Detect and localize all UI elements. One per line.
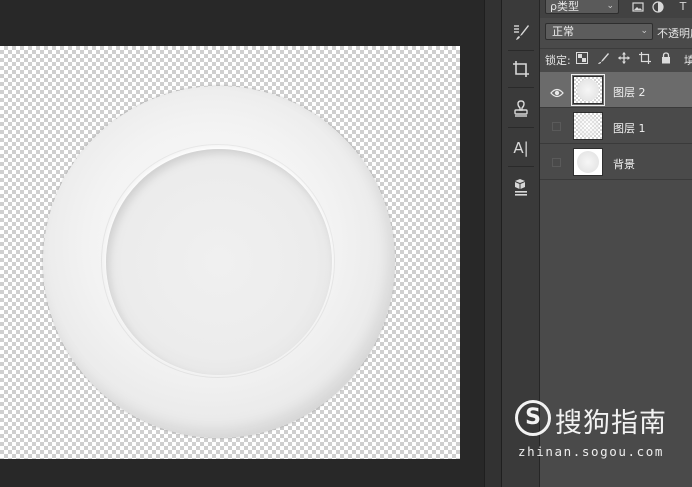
kind-filter-select[interactable]: ρ类型 ⌄: [545, 0, 619, 14]
plate-well: [106, 149, 332, 375]
sogou-logo-icon: S: [515, 400, 551, 436]
chevron-down-icon: ⌄: [640, 26, 648, 36]
plate-thumbnail: [577, 115, 599, 137]
lock-position-icon[interactable]: [617, 51, 631, 65]
document-canvas[interactable]: [0, 46, 460, 459]
blend-row: 正常 ⌄ 不透明度: [540, 20, 692, 42]
stamp-icon[interactable]: [509, 97, 533, 121]
type-icon-glyph: A|: [513, 139, 529, 157]
lock-label: 锁定:: [545, 54, 571, 67]
blend-mode-value: 正常: [552, 25, 574, 38]
tool-separator: [508, 166, 534, 167]
lock-transparency-icon[interactable]: [575, 51, 589, 65]
layer-row-layer-1[interactable]: 图层 1: [540, 108, 692, 144]
plate-image: [43, 86, 395, 438]
chevron-down-icon: ⌄: [606, 1, 614, 11]
type-filter-glyph: T: [679, 0, 687, 13]
layer-filter-row: ρ类型 ⌄ T: [540, 0, 692, 18]
layer-name: 图层 2: [613, 86, 646, 99]
fill-label: 填充: [684, 54, 692, 67]
lock-all-icon[interactable]: [659, 51, 673, 65]
lock-artboard-icon[interactable]: [638, 51, 652, 65]
layers-list: 图层 2 图层 1 背景: [540, 72, 692, 180]
layer-name: 图层 1: [613, 122, 646, 135]
opacity-label: 不透明度: [657, 27, 692, 40]
watermark-name: 搜狗指南: [555, 408, 667, 439]
sogou-watermark: S 搜狗指南 zhinan.sogou.com: [515, 398, 692, 468]
tool-separator: [508, 127, 534, 128]
crop-icon[interactable]: [509, 57, 533, 81]
3d-object-icon[interactable]: [509, 175, 533, 199]
lock-image-icon[interactable]: [596, 51, 610, 65]
type-icon[interactable]: A|: [509, 136, 533, 160]
type-filter-icon[interactable]: T: [677, 1, 689, 13]
lock-row: 锁定: 填充: [540, 48, 692, 69]
layer-name: 背景: [613, 158, 635, 171]
eye-icon[interactable]: [550, 84, 564, 98]
visibility-toggle-icon[interactable]: [552, 158, 561, 167]
layer-thumbnail[interactable]: [571, 74, 605, 106]
layer-thumbnail[interactable]: [573, 148, 603, 176]
tool-separator: [508, 87, 534, 88]
layer-row-layer-2[interactable]: 图层 2: [540, 72, 692, 108]
blend-mode-select[interactable]: 正常 ⌄: [545, 23, 653, 40]
watermark-url: zhinan.sogou.com: [518, 444, 665, 459]
kind-filter-value: ρ类型: [550, 0, 579, 13]
layer-row-background[interactable]: 背景: [540, 144, 692, 180]
plate-thumbnail: [577, 151, 599, 173]
adjustment-filter-icon[interactable]: [652, 1, 664, 13]
panel-gutter: [484, 0, 502, 487]
canvas-area[interactable]: [0, 0, 484, 487]
plate-thumbnail: [577, 79, 599, 101]
layer-thumbnail[interactable]: [573, 112, 603, 140]
image-filter-icon[interactable]: [632, 1, 644, 13]
brush-settings-icon[interactable]: [509, 20, 533, 44]
tool-separator: [508, 50, 534, 51]
visibility-toggle-icon[interactable]: [552, 122, 561, 131]
